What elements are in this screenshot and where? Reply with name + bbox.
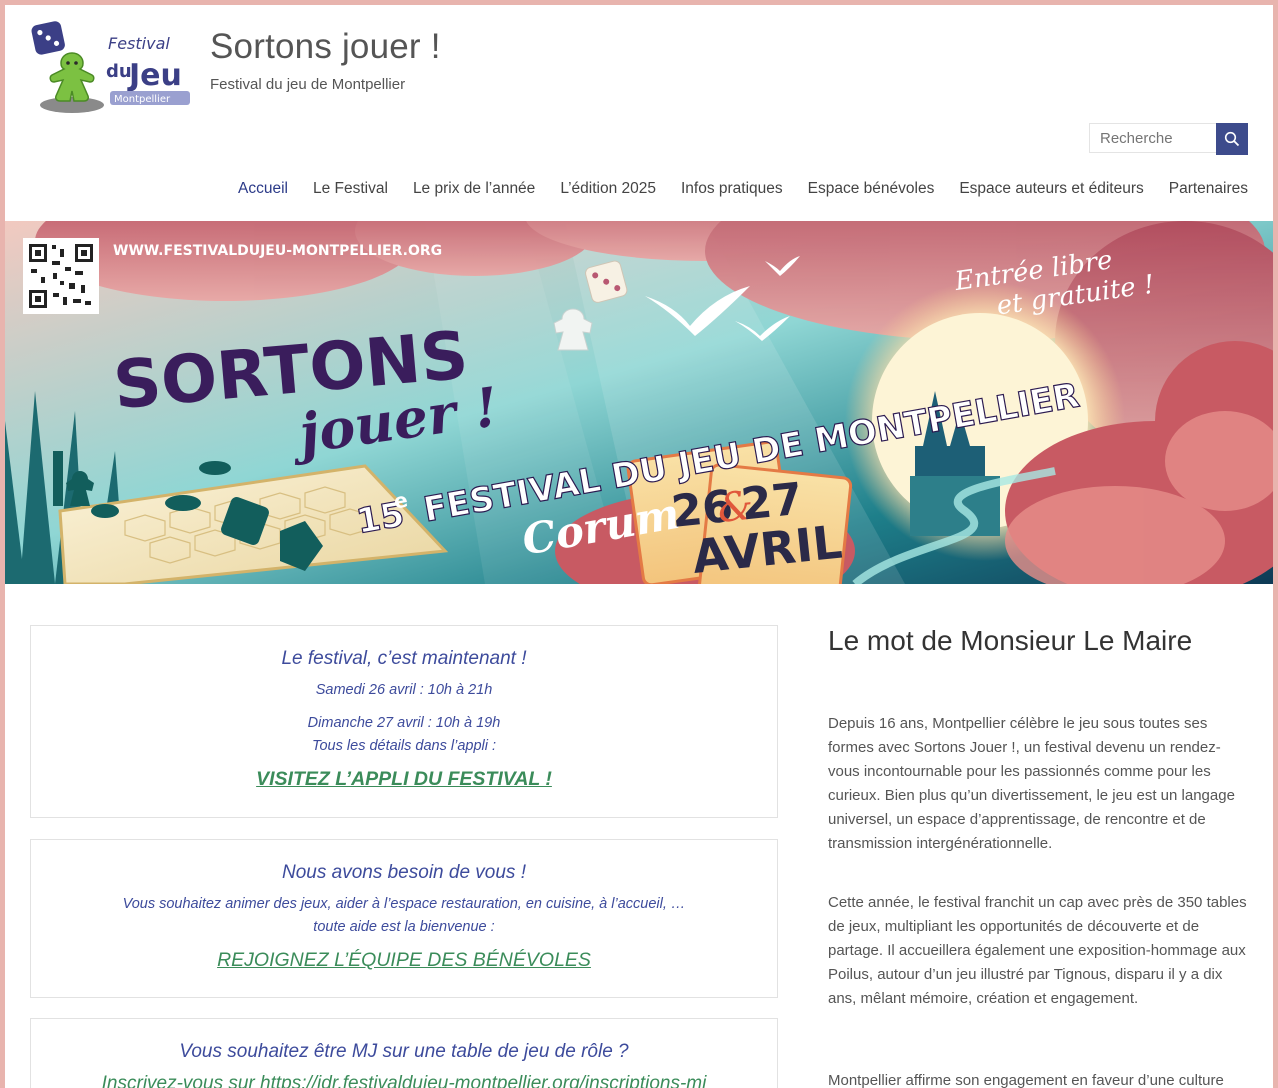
logo-text-festival: Festival <box>108 34 170 53</box>
festival-logo[interactable]: Festival du Jeu Montpellier <box>30 19 190 115</box>
logo-text-du: du <box>106 61 132 82</box>
box2-heading: Nous avons besoin de vous ! <box>282 862 526 883</box>
sidebar-paragraph-2: Cette année, le festival franchit un cap… <box>828 894 1247 1007</box>
nav-item-espace-auteurs[interactable]: Espace auteurs et éditeurs <box>959 180 1143 198</box>
search-button[interactable] <box>1216 123 1248 155</box>
search-form <box>1089 123 1248 155</box>
site-tagline: Festival du jeu de Montpellier <box>210 76 406 93</box>
box1-saturday-hours: Samedi 26 avril : 10h à 21h <box>315 682 493 698</box>
nav-item-prix-annee[interactable]: Le prix de l’année <box>413 180 535 198</box>
logo-text-jeu: Jeu <box>127 58 182 93</box>
sidebar-paragraph-3: Montpellier affirme son engagement en fa… <box>828 1072 1224 1088</box>
box1-details-text: Tous les détails dans l’appli : <box>311 738 497 754</box>
sidebar-paragraph-1: Depuis 16 ans, Montpellier célèbre le je… <box>828 715 1235 852</box>
logo-text-city: Montpellier <box>114 94 171 105</box>
rpg-gm-box: Vous souhaitez être MJ sur une table de … <box>30 1018 778 1088</box>
nav-item-accueil[interactable]: Accueil <box>238 180 288 198</box>
festival-now-box: Le festival, c’est maintenant ! Samedi 2… <box>30 625 778 818</box>
visit-app-link[interactable]: VISITEZ L’APPLI DU FESTIVAL ! <box>256 768 552 790</box>
banner-url: WWW.FESTIVALDUJEU-MONTPELLIER.ORG <box>113 243 442 259</box>
nav-item-espace-benevoles[interactable]: Espace bénévoles <box>808 180 935 198</box>
volunteers-box: Nous avons besoin de vous ! Vous souhait… <box>30 839 778 998</box>
box2-text-line2: toute aide est la bienvenue : <box>313 919 495 935</box>
page: Festival du Jeu Montpellier Sortons joue… <box>5 5 1273 1088</box>
nav-item-edition-2025[interactable]: L’édition 2025 <box>560 180 656 198</box>
search-input[interactable] <box>1089 123 1216 153</box>
nav-item-partenaires[interactable]: Partenaires <box>1169 180 1248 198</box>
nav-item-infos-pratiques[interactable]: Infos pratiques <box>681 180 783 198</box>
box3-heading: Vous souhaitez être MJ sur une table de … <box>179 1041 629 1062</box>
box3-signup-text[interactable]: Inscrivez-vous sur https://jdr.festivald… <box>31 1073 777 1088</box>
main-navigation: Accueil Le Festival Le prix de l’année L… <box>213 180 1248 198</box>
join-volunteers-link[interactable]: REJOIGNEZ L’ÉQUIPE DES BÉNÉVOLES <box>217 949 591 971</box>
box1-sunday-hours: Dimanche 27 avril : 10h à 19h <box>307 715 501 731</box>
site-title[interactable]: Sortons jouer ! <box>210 27 441 67</box>
search-icon <box>1224 131 1240 147</box>
box1-heading: Le festival, c’est maintenant ! <box>281 648 527 669</box>
festival-banner: WWW.FESTIVALDUJEU-MONTPELLIER.ORG SORTON… <box>5 221 1273 584</box>
nav-item-le-festival[interactable]: Le Festival <box>313 180 388 198</box>
box2-text-line1: Vous souhaitez animer des jeux, aider à … <box>122 896 686 912</box>
sidebar-title: Le mot de Monsieur Le Maire <box>828 625 1193 656</box>
